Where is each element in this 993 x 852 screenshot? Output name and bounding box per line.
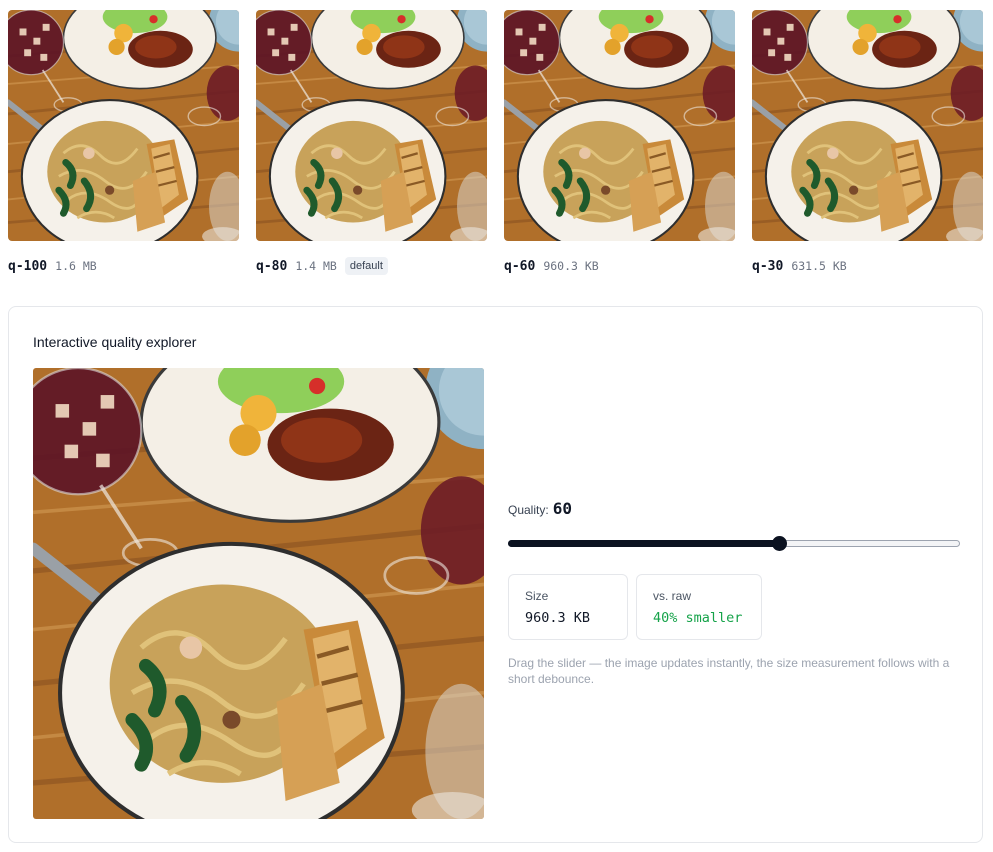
savings-stat-card: vs. raw 40% smaller [636, 574, 762, 640]
file-size: 1.4 MB [295, 259, 337, 273]
slider-hint: Drag the slider — the image updates inst… [508, 656, 950, 686]
thumbnail-image [256, 10, 487, 241]
quality-explorer-panel: Interactive quality explorer Quality: 60… [8, 306, 983, 843]
thumbnail-meta: q-30 631.5 KB [752, 256, 847, 276]
thumbnail-card: q-60 960.3 KB [504, 10, 735, 274]
vs-raw-value: 40% smaller [653, 610, 743, 626]
thumbnail-card: q-30 631.5 KB [752, 10, 983, 274]
file-size: 1.6 MB [55, 259, 97, 273]
thumbnail-meta: q-80 1.4 MB default [256, 256, 388, 276]
thumbnail-card: q-80 1.4 MB default [256, 10, 487, 275]
quality-label: Quality: [508, 503, 549, 517]
size-value: 960.3 KB [525, 610, 591, 626]
explorer-title: Interactive quality explorer [33, 334, 197, 350]
file-size: 631.5 KB [791, 259, 847, 273]
thumbnail-card: q-100 1.6 MB [8, 10, 239, 274]
file-size: 960.3 KB [543, 259, 599, 273]
quality-controls: Quality: 60 Size 960.3 KB vs. raw 40% sm… [508, 499, 960, 686]
quality-slider[interactable] [508, 536, 960, 551]
thumbnail-image [752, 10, 983, 241]
quality-readout: Quality: 60 [508, 499, 960, 521]
slider-thumb[interactable] [772, 536, 788, 551]
quality-value: 60 [552, 499, 572, 518]
vs-raw-label: vs. raw [653, 589, 692, 603]
thumbnail-meta: q-60 960.3 KB [504, 256, 599, 276]
size-stat-card: Size 960.3 KB [508, 574, 628, 640]
thumbnail-grid: q-100 1.6 MB q-80 1.4 MB default q-60 96… [8, 10, 983, 275]
quality-label: q-30 [752, 258, 784, 274]
thumbnail-meta: q-100 1.6 MB [8, 256, 97, 276]
quality-label: q-100 [8, 258, 48, 274]
slider-fill [508, 540, 780, 547]
quality-label: q-60 [504, 258, 536, 274]
thumbnail-image [8, 10, 239, 241]
quality-label: q-80 [256, 258, 288, 274]
thumbnail-image [504, 10, 735, 241]
size-label: Size [525, 589, 549, 603]
preview-image [33, 368, 484, 819]
default-badge: default [344, 257, 388, 275]
